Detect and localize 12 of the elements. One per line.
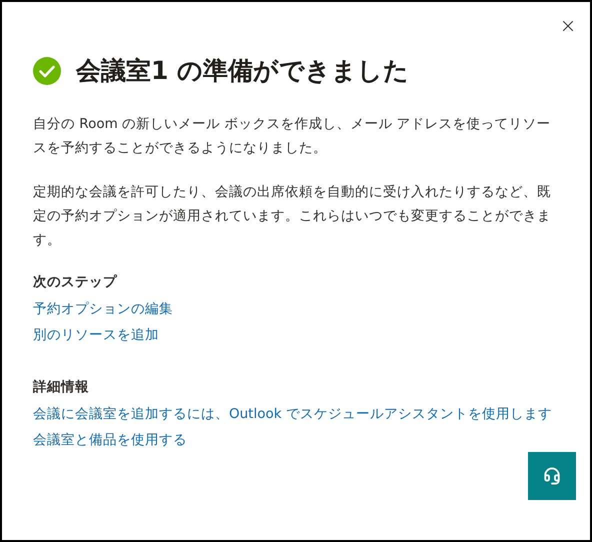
- help-button[interactable]: [528, 452, 576, 500]
- body-paragraph: 自分の Room の新しいメール ボックスを作成し、メール アドレスを使ってリソースを予約することができるようになりました。: [33, 114, 552, 158]
- link[interactable]: 予約オプションの編集: [33, 298, 173, 320]
- dialog-title: 会議室1 の準備ができました: [76, 55, 410, 87]
- link[interactable]: 別のリソースを追加: [33, 324, 159, 346]
- headset-icon: [543, 467, 561, 485]
- section-heading: 詳細情報: [33, 378, 90, 396]
- link[interactable]: 会議室と備品を使用する: [33, 428, 187, 450]
- link[interactable]: 会議に会議室を追加するには、Outlook でスケジュールアシスタントを使用します: [33, 402, 552, 424]
- section-heading: 次のステップ: [33, 272, 118, 292]
- body-paragraph: 定期的な会議を許可したり、会議の出席依頼を自動的に受け入れたりするなど、既定の予約オプションが適用されています。これらはいつでも変更することができます。: [33, 182, 552, 250]
- check-circle-icon: [33, 56, 61, 85]
